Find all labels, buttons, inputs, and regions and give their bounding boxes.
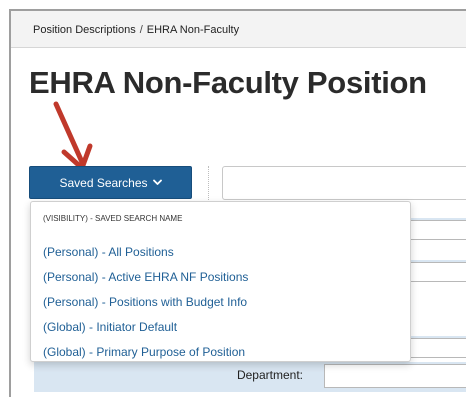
department-input[interactable] — [324, 364, 466, 388]
saved-search-item[interactable]: (Personal) - Positions with Budget Info — [43, 295, 247, 309]
toolbar-divider — [208, 166, 209, 200]
search-input[interactable] — [222, 166, 466, 200]
breadcrumb: Position Descriptions / EHRA Non-Faculty — [33, 24, 239, 36]
saved-searches-label: Saved Searches — [59, 175, 148, 190]
chevron-down-icon — [152, 179, 162, 186]
dropdown-header: (VISIBILITY) - SAVED SEARCH NAME — [43, 214, 183, 223]
breadcrumb-separator: / — [139, 24, 143, 36]
saved-search-item[interactable]: (Global) - Primary Purpose of Position — [43, 345, 245, 359]
saved-searches-dropdown: (VISIBILITY) - SAVED SEARCH NAME (Person… — [30, 201, 411, 362]
saved-search-item[interactable]: (Personal) - All Positions — [43, 245, 174, 259]
department-label: Department: — [236, 368, 303, 382]
saved-searches-button[interactable]: Saved Searches — [29, 166, 192, 199]
breadcrumb-bar: Position Descriptions / EHRA Non-Faculty — [11, 11, 466, 48]
breadcrumb-item-ehra-non-faculty: EHRA Non-Faculty — [146, 24, 240, 36]
breadcrumb-item-position-descriptions[interactable]: Position Descriptions — [33, 24, 136, 36]
saved-search-item[interactable]: (Personal) - Active EHRA NF Positions — [43, 270, 248, 284]
saved-search-item[interactable]: (Global) - Initiator Default — [43, 320, 177, 334]
page-title: EHRA Non-Faculty Position — [29, 65, 427, 100]
